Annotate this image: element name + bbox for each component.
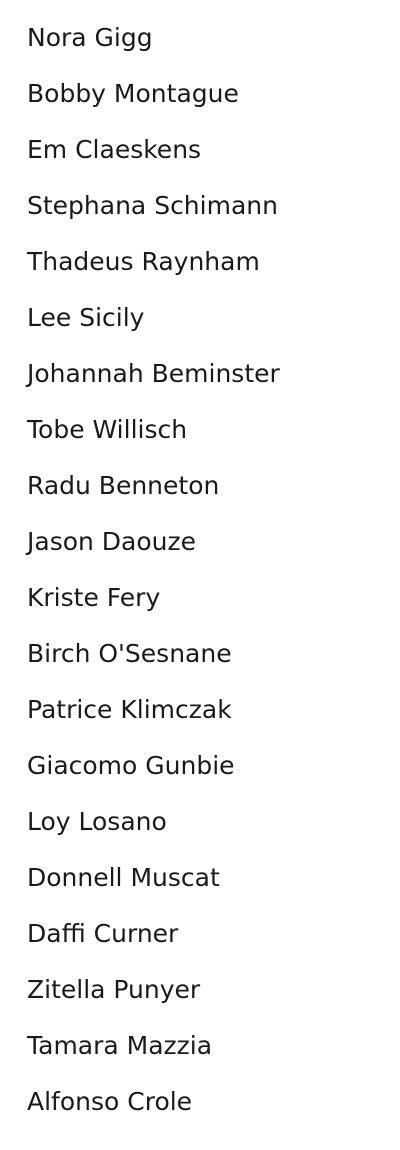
list-item[interactable]: Jason Daouze xyxy=(0,514,400,570)
list-item[interactable]: Tobe Willisch xyxy=(0,402,400,458)
list-item[interactable]: Daffi Curner xyxy=(0,906,400,962)
list-item[interactable]: Loy Losano xyxy=(0,794,400,850)
list-item[interactable]: Nora Gigg xyxy=(0,10,400,66)
list-item[interactable]: Kriste Fery xyxy=(0,570,400,626)
list-item[interactable]: Tamara Mazzia xyxy=(0,1018,400,1074)
list-item[interactable]: Patrice Klimczak xyxy=(0,682,400,738)
list-item[interactable]: Bobby Montague xyxy=(0,66,400,122)
list-item[interactable]: Radu Benneton xyxy=(0,458,400,514)
list-item[interactable]: Lee Sicily xyxy=(0,290,400,346)
list-item[interactable]: Alfonso Crole xyxy=(0,1074,400,1130)
name-list: Nora Gigg Bobby Montague Em Claeskens St… xyxy=(0,10,400,1130)
list-item[interactable]: Donnell Muscat xyxy=(0,850,400,906)
list-item[interactable]: Em Claeskens xyxy=(0,122,400,178)
list-item[interactable]: Thadeus Raynham xyxy=(0,234,400,290)
list-item[interactable]: Giacomo Gunbie xyxy=(0,738,400,794)
list-item[interactable]: Zitella Punyer xyxy=(0,962,400,1018)
list-item[interactable]: Birch O'Sesnane xyxy=(0,626,400,682)
list-item[interactable]: Johannah Beminster xyxy=(0,346,400,402)
list-item[interactable]: Stephana Schimann xyxy=(0,178,400,234)
